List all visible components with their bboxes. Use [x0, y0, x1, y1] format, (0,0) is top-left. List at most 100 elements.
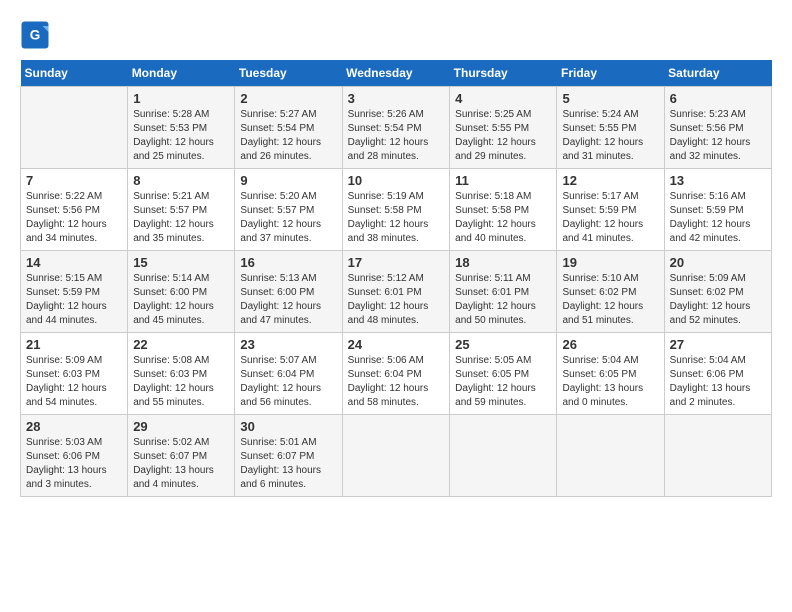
calendar-header-row: SundayMondayTuesdayWednesdayThursdayFrid…: [21, 60, 772, 87]
day-number: 8: [133, 173, 229, 188]
calendar-cell: 7 Sunrise: 5:22 AMSunset: 5:56 PMDaylight…: [21, 169, 128, 251]
svg-text:G: G: [30, 28, 41, 43]
logo-icon: G: [20, 20, 50, 50]
calendar-cell: 16 Sunrise: 5:13 AMSunset: 6:00 PMDayligh…: [235, 251, 342, 333]
day-number: 20: [670, 255, 766, 270]
day-info: Sunrise: 5:03 AMSunset: 6:06 PMDaylight:…: [26, 437, 107, 490]
day-number: 4: [455, 91, 551, 106]
day-number: 23: [240, 337, 336, 352]
day-number: 13: [670, 173, 766, 188]
day-info: Sunrise: 5:19 AMSunset: 5:58 PMDaylight:…: [348, 191, 429, 244]
calendar-cell: [21, 87, 128, 169]
day-number: 21: [26, 337, 122, 352]
day-number: 9: [240, 173, 336, 188]
day-info: Sunrise: 5:27 AMSunset: 5:54 PMDaylight:…: [240, 109, 321, 162]
day-number: 17: [348, 255, 445, 270]
day-info: Sunrise: 5:12 AMSunset: 6:01 PMDaylight:…: [348, 273, 429, 326]
calendar-cell: [450, 415, 557, 497]
calendar-cell: 26 Sunrise: 5:04 AMSunset: 6:05 PMDayligh…: [557, 333, 664, 415]
day-info: Sunrise: 5:02 AMSunset: 6:07 PMDaylight:…: [133, 437, 214, 490]
calendar-cell: 30Sunrise: 5:01 AMSunset: 6:07 PMDayligh…: [235, 415, 342, 497]
day-number: 11: [455, 173, 551, 188]
day-info: Sunrise: 5:04 AMSunset: 6:06 PMDaylight:…: [670, 355, 751, 408]
day-number: 29: [133, 419, 229, 434]
calendar-cell: [664, 415, 771, 497]
day-info: Sunrise: 5:13 AMSunset: 6:00 PMDaylight:…: [240, 273, 321, 326]
calendar-cell: 23 Sunrise: 5:07 AMSunset: 6:04 PMDayligh…: [235, 333, 342, 415]
day-number: 26: [562, 337, 658, 352]
weekday-header: Tuesday: [235, 60, 342, 87]
day-info: Sunrise: 5:05 AMSunset: 6:05 PMDaylight:…: [455, 355, 536, 408]
calendar-cell: 8Sunrise: 5:21 AMSunset: 5:57 PMDaylight…: [128, 169, 235, 251]
day-info: Sunrise: 5:16 AMSunset: 5:59 PMDaylight:…: [670, 191, 751, 244]
calendar-cell: 9 Sunrise: 5:20 AMSunset: 5:57 PMDaylight…: [235, 169, 342, 251]
calendar-cell: 5 Sunrise: 5:24 AMSunset: 5:55 PMDaylight…: [557, 87, 664, 169]
page-header: G: [20, 20, 772, 50]
day-number: 30: [240, 419, 336, 434]
day-number: 24: [348, 337, 445, 352]
day-info: Sunrise: 5:09 AMSunset: 6:02 PMDaylight:…: [670, 273, 751, 326]
day-number: 6: [670, 91, 766, 106]
day-info: Sunrise: 5:09 AMSunset: 6:03 PMDaylight:…: [26, 355, 107, 408]
day-info: Sunrise: 5:18 AMSunset: 5:58 PMDaylight:…: [455, 191, 536, 244]
day-info: Sunrise: 5:20 AMSunset: 5:57 PMDaylight:…: [240, 191, 321, 244]
calendar-cell: 11 Sunrise: 5:18 AMSunset: 5:58 PMDayligh…: [450, 169, 557, 251]
day-number: 10: [348, 173, 445, 188]
calendar-week-row: 28 Sunrise: 5:03 AMSunset: 6:06 PMDayligh…: [21, 415, 772, 497]
day-info: Sunrise: 5:26 AMSunset: 5:54 PMDaylight:…: [348, 109, 429, 162]
calendar-cell: 17 Sunrise: 5:12 AMSunset: 6:01 PMDayligh…: [342, 251, 450, 333]
logo: G: [20, 20, 54, 50]
day-number: 22: [133, 337, 229, 352]
day-number: 27: [670, 337, 766, 352]
calendar-cell: 3 Sunrise: 5:26 AMSunset: 5:54 PMDaylight…: [342, 87, 450, 169]
day-info: Sunrise: 5:10 AMSunset: 6:02 PMDaylight:…: [562, 273, 643, 326]
day-number: 12: [562, 173, 658, 188]
calendar-cell: 15Sunrise: 5:14 AMSunset: 6:00 PMDayligh…: [128, 251, 235, 333]
calendar-cell: [342, 415, 450, 497]
weekday-header: Friday: [557, 60, 664, 87]
calendar-week-row: 7 Sunrise: 5:22 AMSunset: 5:56 PMDaylight…: [21, 169, 772, 251]
calendar-cell: 25Sunrise: 5:05 AMSunset: 6:05 PMDayligh…: [450, 333, 557, 415]
weekday-header: Wednesday: [342, 60, 450, 87]
calendar-cell: 27 Sunrise: 5:04 AMSunset: 6:06 PMDayligh…: [664, 333, 771, 415]
day-number: 1: [133, 91, 229, 106]
day-number: 7: [26, 173, 122, 188]
calendar-cell: [557, 415, 664, 497]
calendar-cell: 29 Sunrise: 5:02 AMSunset: 6:07 PMDayligh…: [128, 415, 235, 497]
weekday-header: Saturday: [664, 60, 771, 87]
calendar-week-row: 21 Sunrise: 5:09 AMSunset: 6:03 PMDayligh…: [21, 333, 772, 415]
calendar-table: SundayMondayTuesdayWednesdayThursdayFrid…: [20, 60, 772, 497]
calendar-cell: 12 Sunrise: 5:17 AMSunset: 5:59 PMDayligh…: [557, 169, 664, 251]
day-info: Sunrise: 5:08 AMSunset: 6:03 PMDaylight:…: [133, 355, 214, 408]
day-number: 18: [455, 255, 551, 270]
calendar-week-row: 14Sunrise: 5:15 AMSunset: 5:59 PMDayligh…: [21, 251, 772, 333]
calendar-cell: 28 Sunrise: 5:03 AMSunset: 6:06 PMDayligh…: [21, 415, 128, 497]
day-number: 28: [26, 419, 122, 434]
day-number: 3: [348, 91, 445, 106]
day-info: Sunrise: 5:07 AMSunset: 6:04 PMDaylight:…: [240, 355, 321, 408]
day-info: Sunrise: 5:06 AMSunset: 6:04 PMDaylight:…: [348, 355, 429, 408]
day-info: Sunrise: 5:28 AMSunset: 5:53 PMDaylight:…: [133, 109, 214, 162]
calendar-cell: 6 Sunrise: 5:23 AMSunset: 5:56 PMDaylight…: [664, 87, 771, 169]
day-info: Sunrise: 5:11 AMSunset: 6:01 PMDaylight:…: [455, 273, 536, 326]
calendar-cell: 1 Sunrise: 5:28 AMSunset: 5:53 PMDaylight…: [128, 87, 235, 169]
day-info: Sunrise: 5:15 AMSunset: 5:59 PMDaylight:…: [26, 273, 107, 326]
day-number: 2: [240, 91, 336, 106]
calendar-cell: 4Sunrise: 5:25 AMSunset: 5:55 PMDaylight…: [450, 87, 557, 169]
day-info: Sunrise: 5:23 AMSunset: 5:56 PMDaylight:…: [670, 109, 751, 162]
calendar-cell: 13 Sunrise: 5:16 AMSunset: 5:59 PMDayligh…: [664, 169, 771, 251]
calendar-cell: 21 Sunrise: 5:09 AMSunset: 6:03 PMDayligh…: [21, 333, 128, 415]
calendar-week-row: 1 Sunrise: 5:28 AMSunset: 5:53 PMDaylight…: [21, 87, 772, 169]
weekday-header: Thursday: [450, 60, 557, 87]
calendar-cell: 18 Sunrise: 5:11 AMSunset: 6:01 PMDayligh…: [450, 251, 557, 333]
day-info: Sunrise: 5:24 AMSunset: 5:55 PMDaylight:…: [562, 109, 643, 162]
calendar-cell: 19Sunrise: 5:10 AMSunset: 6:02 PMDayligh…: [557, 251, 664, 333]
calendar-cell: 24 Sunrise: 5:06 AMSunset: 6:04 PMDayligh…: [342, 333, 450, 415]
day-number: 16: [240, 255, 336, 270]
day-info: Sunrise: 5:22 AMSunset: 5:56 PMDaylight:…: [26, 191, 107, 244]
day-info: Sunrise: 5:04 AMSunset: 6:05 PMDaylight:…: [562, 355, 643, 408]
calendar-cell: 22 Sunrise: 5:08 AMSunset: 6:03 PMDayligh…: [128, 333, 235, 415]
calendar-cell: 14Sunrise: 5:15 AMSunset: 5:59 PMDayligh…: [21, 251, 128, 333]
day-number: 5: [562, 91, 658, 106]
day-info: Sunrise: 5:17 AMSunset: 5:59 PMDaylight:…: [562, 191, 643, 244]
